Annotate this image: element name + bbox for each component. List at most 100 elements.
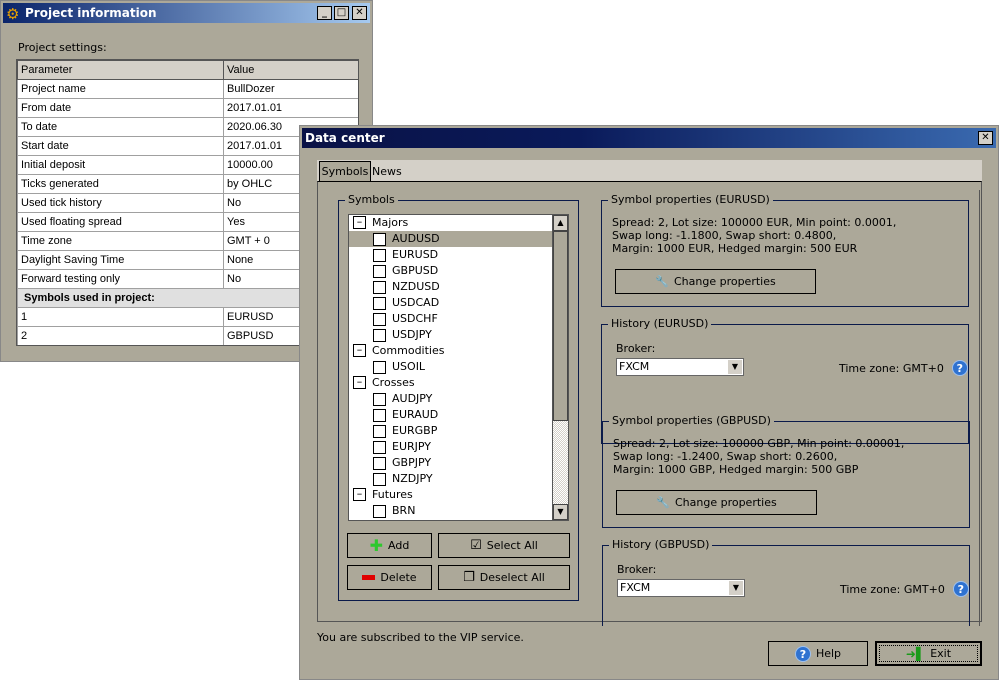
change-properties-button[interactable]: 🔧 Change properties [615,269,816,294]
tab-label: Symbols [321,165,369,178]
tab-news[interactable]: News [372,163,402,181]
help-button[interactable]: ? Help [768,641,868,666]
list-item[interactable]: EURAUD [349,407,552,423]
group-label: Symbol properties (GBPUSD) [609,414,774,427]
list-item[interactable]: USDJPY [349,327,552,343]
delete-button[interactable]: Delete [347,565,432,590]
checkbox[interactable] [373,249,386,262]
checkbox[interactable] [373,233,386,246]
exit-button[interactable]: ➜▌ Exit [875,641,982,666]
select-value: FXCM [619,360,650,373]
list-item[interactable]: USOIL [349,359,552,375]
list-item[interactable]: USDCHF [349,311,552,327]
maximize-button[interactable]: □ [334,6,349,20]
collapse-icon[interactable]: – [353,376,366,389]
list-item[interactable]: GBPJPY [349,455,552,471]
checkbox[interactable] [373,313,386,326]
parameter-cell: Used tick history [17,193,224,213]
parameter-cell: Forward testing only [17,269,224,289]
timezone-label: Time zone: GMT+0 [839,361,944,375]
checkbox[interactable] [373,281,386,294]
group-label: Symbols [345,193,398,206]
tree-group[interactable]: – Crosses [349,375,552,391]
tab-symbols[interactable]: Symbols [319,161,371,182]
list-item[interactable]: AUDJPY [349,391,552,407]
scroll-thumb[interactable] [553,231,568,421]
checkbox[interactable] [373,505,386,518]
tab-strip [317,160,982,181]
list-item[interactable]: AUDUSD [349,231,552,247]
collapse-icon[interactable]: – [353,488,366,501]
checkbox[interactable] [373,441,386,454]
minus-icon [362,575,376,580]
deselect-all-button[interactable]: ❐ Deselect All [438,565,570,590]
button-label: Change properties [673,275,776,288]
scrollbar[interactable]: ▲ ▼ [552,215,568,520]
broker-select[interactable]: FXCM ▼ [616,358,744,376]
checkbox[interactable] [373,265,386,278]
add-button[interactable]: ✚ Add [347,533,432,558]
column-header: Value [223,60,358,80]
checkbox[interactable] [373,393,386,406]
status-text: You are subscribed to the VIP service. [317,631,524,644]
parameter-cell: Used floating spread [17,212,224,232]
checkbox[interactable] [373,361,386,374]
broker-label: Broker: [617,563,657,576]
collapse-icon[interactable]: – [353,344,366,357]
scroll-down-button[interactable]: ▼ [553,504,568,520]
title-bar[interactable]: ⚙ Project information _ □ ✕ [3,3,370,23]
tree-group[interactable]: – Commodities [349,343,552,359]
data-center-window: Data center ✕ Symbols News Symbols – Majo… [299,125,999,680]
symbols-tree[interactable]: – Majors AUDUSD EURUSD GBPUSD NZDUSD USDCAD USD… [348,214,569,521]
tree-group[interactable]: – Majors [349,215,552,231]
button-label: Add [388,539,410,552]
button-label: Deselect All [479,571,545,584]
list-item[interactable]: BRN [349,503,552,519]
list-item[interactable]: EURGBP [349,423,552,439]
parameter-cell: Project name [17,79,224,99]
checkbox[interactable] [373,297,386,310]
scroll-up-button[interactable]: ▲ [553,215,568,231]
help-icon[interactable]: ? [952,581,969,597]
change-properties-button[interactable]: 🔧 Change properties [616,490,817,515]
table-row: Project name BullDozer [17,79,358,99]
dropdown-arrow-icon[interactable]: ▼ [728,360,742,374]
checkbox[interactable] [373,409,386,422]
list-item[interactable]: NZDUSD [349,279,552,295]
list-item[interactable]: USDCAD [349,295,552,311]
tools-icon: 🔧 [655,275,669,288]
history-group: History (GBPUSD) Broker: FXCM ▼ Time zone… [602,538,970,626]
parameter-cell: Initial deposit [17,155,224,175]
group-label: History (GBPUSD) [609,538,713,551]
title-bar[interactable]: Data center ✕ [302,128,996,148]
list-item[interactable]: GBPUSD [349,263,552,279]
property-line: Spread: 2, Lot size: 100000 EUR, Min poi… [612,216,897,229]
help-icon[interactable]: ? [951,360,968,376]
window-title: Data center [305,131,385,145]
checkbox[interactable] [373,425,386,438]
close-button[interactable]: ✕ [978,131,993,145]
property-line: Margin: 1000 EUR, Hedged margin: 500 EUR [612,242,858,255]
list-item[interactable]: EURJPY [349,439,552,455]
checkbox[interactable] [373,457,386,470]
checkbox[interactable] [373,473,386,486]
window-title: Project information [25,6,157,20]
broker-label: Broker: [616,342,656,355]
properties-scrollbar[interactable] [979,190,980,626]
minimize-button[interactable]: _ [317,6,332,20]
list-item[interactable]: NZDJPY [349,471,552,487]
parameter-cell: Daylight Saving Time [17,250,224,270]
parameter-cell: Time zone [17,231,224,251]
tree-group[interactable]: – Futures [349,487,552,503]
list-item[interactable]: EURUSD [349,247,552,263]
collapse-icon[interactable]: – [353,216,366,229]
symbol-label: EURJPY [392,440,431,453]
property-line: Swap long: -1.2400, Swap short: 0.2600, [613,450,838,463]
property-line: Margin: 1000 GBP, Hedged margin: 500 GBP [613,463,859,476]
close-button[interactable]: ✕ [352,6,367,20]
broker-select[interactable]: FXCM ▼ [617,579,745,597]
dropdown-arrow-icon[interactable]: ▼ [729,581,743,595]
parameter-cell: Start date [17,136,224,156]
checkbox[interactable] [373,329,386,342]
select-all-button[interactable]: ☑ Select All [438,533,570,558]
